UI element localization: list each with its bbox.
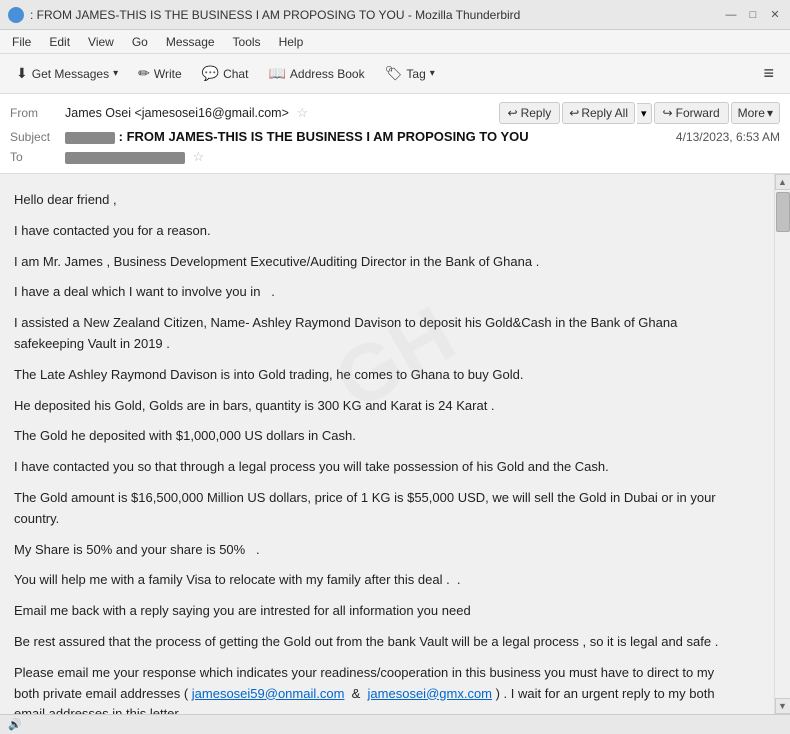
more-button[interactable]: More ▾ xyxy=(731,102,780,124)
status-icon: 🔊 xyxy=(8,718,22,731)
write-button[interactable]: ✏ Write xyxy=(130,61,190,86)
email-date: 4/13/2023, 6:53 AM xyxy=(676,130,780,144)
email-scroll-area[interactable]: GH Hello dear friend , I have contacted … xyxy=(0,174,774,714)
to-redacted xyxy=(65,152,185,164)
email-body-container: GH Hello dear friend , I have contacted … xyxy=(0,174,790,714)
subject-value: : FROM JAMES-THIS IS THE BUSINESS I AM P… xyxy=(65,129,668,144)
tag-button[interactable]: 🏷 Tag ▾ xyxy=(377,61,443,86)
reply-all-arrow-icon: ↩ xyxy=(569,106,579,120)
tag-chevron[interactable]: ▾ xyxy=(430,68,435,79)
close-button[interactable]: ✕ xyxy=(768,8,782,22)
to-star-icon[interactable]: ☆ xyxy=(192,149,204,164)
subject-redacted xyxy=(65,132,115,144)
from-row: From James Osei <jamesosei16@gmail.com> … xyxy=(10,100,780,126)
hamburger-button[interactable]: ≡ xyxy=(755,59,782,88)
subject-row: Subject : FROM JAMES-THIS IS THE BUSINES… xyxy=(10,126,780,147)
scroll-down-button[interactable]: ▼ xyxy=(775,698,790,714)
chat-icon: 💬 xyxy=(202,65,219,82)
forward-icon: ↪ xyxy=(663,106,673,120)
menubar: File Edit View Go Message Tools Help xyxy=(0,30,790,54)
menu-edit[interactable]: Edit xyxy=(41,33,78,51)
body-p13: Email me back with a reply saying you ar… xyxy=(14,601,726,622)
email-body: GH Hello dear friend , I have contacted … xyxy=(0,174,740,714)
app-icon xyxy=(8,7,24,23)
chat-button[interactable]: 💬 Chat xyxy=(194,61,257,86)
reply-label: Reply xyxy=(521,106,552,120)
body-p2: I have contacted you for a reason. xyxy=(14,221,726,242)
body-p11: My Share is 50% and your share is 50% . xyxy=(14,540,726,561)
get-messages-button[interactable]: ⬇ Get Messages ▾ xyxy=(8,61,126,86)
body-p6: The Late Ashley Raymond Davison is into … xyxy=(14,365,726,386)
body-p1: Hello dear friend , xyxy=(14,190,726,211)
write-icon: ✏ xyxy=(138,65,150,82)
body-p14: Be rest assured that the process of gett… xyxy=(14,632,726,653)
address-book-button[interactable]: 📖 Address Book xyxy=(260,61,372,86)
email-link-2[interactable]: jamesosei@gmx.com xyxy=(368,686,492,701)
body-p8: The Gold he deposited with $1,000,000 US… xyxy=(14,426,726,447)
write-label: Write xyxy=(154,67,182,81)
tag-icon: 🏷 xyxy=(385,65,403,82)
star-icon[interactable]: ☆ xyxy=(296,105,308,120)
body-p15: Please email me your response which indi… xyxy=(14,663,726,714)
reply-button[interactable]: ↩ Reply xyxy=(499,102,561,124)
body-p12: You will help me with a family Visa to r… xyxy=(14,570,726,591)
forward-label: Forward xyxy=(676,106,720,120)
menu-tools[interactable]: Tools xyxy=(225,33,269,51)
from-value: James Osei <jamesosei16@gmail.com> ☆ xyxy=(65,105,491,121)
titlebar: : FROM JAMES-THIS IS THE BUSINESS I AM P… xyxy=(0,0,790,30)
reply-all-button[interactable]: ↩ Reply All xyxy=(562,102,635,124)
toolbar: ⬇ Get Messages ▾ ✏ Write 💬 Chat 📖 Addres… xyxy=(0,54,790,94)
subject-label: Subject xyxy=(10,130,65,144)
to-row: To ☆ xyxy=(10,147,780,167)
hamburger-icon: ≡ xyxy=(763,63,774,84)
scrollbar-thumb[interactable] xyxy=(776,192,790,232)
email-header: From James Osei <jamesosei16@gmail.com> … xyxy=(0,94,790,174)
body-p7: He deposited his Gold, Golds are in bars… xyxy=(14,396,726,417)
menu-view[interactable]: View xyxy=(80,33,122,51)
body-p10: The Gold amount is $16,500,000 Million U… xyxy=(14,488,726,530)
minimize-button[interactable]: — xyxy=(724,8,738,22)
chat-label: Chat xyxy=(223,67,248,81)
maximize-button[interactable]: □ xyxy=(746,8,760,22)
statusbar: 🔊 xyxy=(0,714,790,734)
reply-buttons: ↩ Reply ↩ Reply All ▾ ↪ Forward More ▾ xyxy=(499,102,780,124)
email-link-1[interactable]: jamesosei59@onmail.com xyxy=(192,686,345,701)
scroll-up-button[interactable]: ▲ xyxy=(775,174,790,190)
from-label: From xyxy=(10,106,65,120)
sender-name: James Osei <jamesosei16@gmail.com> xyxy=(65,106,289,120)
get-messages-icon: ⬇ xyxy=(16,65,28,82)
menu-file[interactable]: File xyxy=(4,33,39,51)
more-label: More xyxy=(738,106,765,120)
get-messages-chevron[interactable]: ▾ xyxy=(113,68,118,79)
forward-button[interactable]: ↪ Forward xyxy=(654,102,729,124)
reply-all-dropdown[interactable]: ▾ xyxy=(637,103,652,124)
scrollbar[interactable]: ▲ ▼ xyxy=(774,174,790,714)
address-book-icon: 📖 xyxy=(268,65,285,82)
body-p5: I assisted a New Zealand Citizen, Name- … xyxy=(14,313,726,355)
window-title: : FROM JAMES-THIS IS THE BUSINESS I AM P… xyxy=(30,8,716,22)
more-chevron-icon: ▾ xyxy=(767,106,773,120)
tag-label: Tag xyxy=(406,67,425,81)
address-book-label: Address Book xyxy=(290,67,365,81)
reply-all-label: Reply All xyxy=(581,106,628,120)
body-p3: I am Mr. James , Business Development Ex… xyxy=(14,252,726,273)
scrollbar-track xyxy=(775,190,790,698)
get-messages-label: Get Messages xyxy=(32,67,109,81)
to-label: To xyxy=(10,150,65,164)
body-p9: I have contacted you so that through a l… xyxy=(14,457,726,478)
subject-text-part: : FROM JAMES-THIS IS THE BUSINESS I AM P… xyxy=(119,129,529,144)
to-value: ☆ xyxy=(65,149,780,165)
menu-message[interactable]: Message xyxy=(158,33,223,51)
body-p4: I have a deal which I want to involve yo… xyxy=(14,282,726,303)
reply-arrow-icon: ↩ xyxy=(508,106,518,120)
window-controls[interactable]: — □ ✕ xyxy=(724,8,782,22)
menu-help[interactable]: Help xyxy=(271,33,312,51)
menu-go[interactable]: Go xyxy=(124,33,156,51)
